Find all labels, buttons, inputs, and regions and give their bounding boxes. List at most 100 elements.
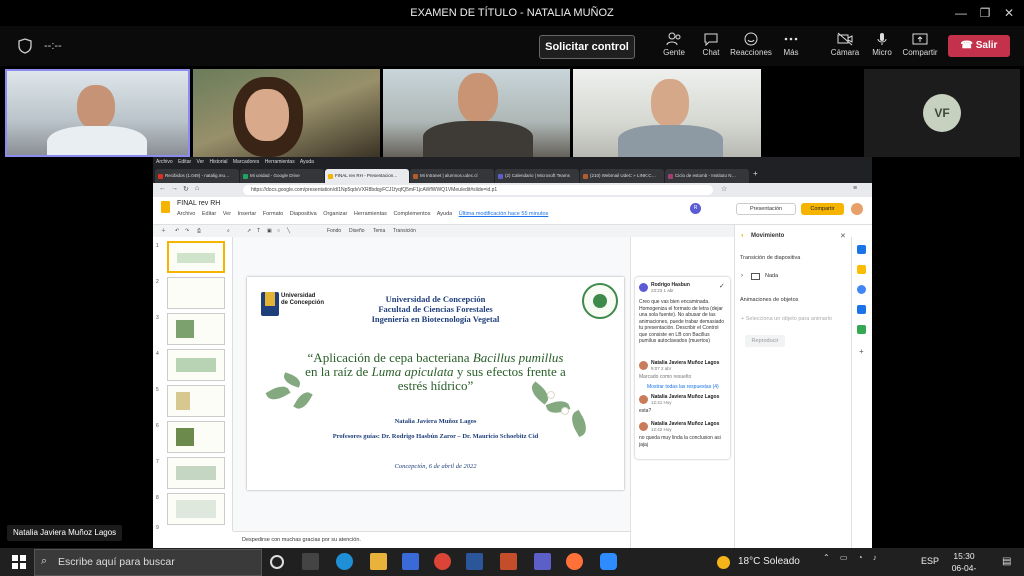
browser-tab[interactable]: Recibidos (1.049) - natalig.mu… xyxy=(155,169,239,183)
current-slide[interactable]: Universidad de Concepción Universidad de… xyxy=(247,277,624,490)
image-icon[interactable]: ▣ xyxy=(267,225,272,237)
speaker-notes[interactable]: Despedirse con muchas gracias por su ate… xyxy=(233,531,630,548)
browser-menu-item[interactable]: Marcadores xyxy=(233,159,259,165)
leave-button[interactable]: ☎ Salir xyxy=(948,35,1010,57)
slides-menu-item[interactable]: Insertar xyxy=(238,211,257,217)
close-icon[interactable]: ✕ xyxy=(1000,4,1018,22)
line-icon[interactable]: ╲ xyxy=(287,225,290,237)
slide-thumbnail[interactable] xyxy=(167,241,225,273)
maps-icon[interactable] xyxy=(857,325,866,334)
language-indicator[interactable]: ESP xyxy=(921,556,939,566)
slides-menu-item[interactable]: Archivo xyxy=(177,211,195,217)
firefox-icon[interactable] xyxy=(566,553,583,570)
slides-menu-item[interactable]: Editar xyxy=(202,211,216,217)
slide-canvas[interactable]: Universidad de Concepción Universidad de… xyxy=(233,237,630,531)
slides-menu-item[interactable]: Complementos xyxy=(393,211,430,217)
minimize-icon[interactable]: — xyxy=(952,4,970,22)
browser-menu-item[interactable]: Editar xyxy=(178,159,191,165)
slides-menu-item[interactable]: Diapositiva xyxy=(290,211,317,217)
share-doc-button[interactable]: Compartir xyxy=(801,203,844,215)
slides-menu-item[interactable]: Formato xyxy=(263,211,283,217)
slide-thumbnail[interactable] xyxy=(167,349,225,381)
theme-button[interactable]: Tema xyxy=(373,225,385,237)
user-avatar[interactable] xyxy=(851,203,863,215)
contacts-icon[interactable] xyxy=(857,305,866,314)
zoom-icon[interactable]: ⌕ xyxy=(227,225,230,237)
undo-icon[interactable]: ↶ xyxy=(175,225,179,237)
participant-video-3[interactable] xyxy=(383,69,570,157)
browser-menu-item[interactable]: Ver xyxy=(197,159,205,165)
tasks-icon[interactable] xyxy=(857,285,866,294)
slides-menu-item[interactable]: Organizar xyxy=(323,211,347,217)
browser-tab[interactable]: (2) Calendario | Microsoft Teams xyxy=(495,169,579,183)
task-view-icon[interactable] xyxy=(302,553,319,570)
browser-menu-item[interactable]: Historial xyxy=(209,159,227,165)
share-button[interactable]: Compartir xyxy=(894,32,946,64)
commenter-avatar[interactable]: R xyxy=(690,203,701,214)
play-button[interactable]: Reproducir xyxy=(745,335,785,347)
system-tray-icons[interactable]: ⌃ ▭ ◔ ♪ xyxy=(823,553,913,571)
slide-thumbnail[interactable] xyxy=(167,385,225,417)
textbox-icon[interactable]: T xyxy=(257,225,260,237)
browser-tab-active[interactable]: FINAL rev RH - Presentacion… xyxy=(325,169,409,183)
slides-menu-item[interactable]: Herramientas xyxy=(354,211,387,217)
notifications-icon[interactable]: ▤ xyxy=(1002,556,1011,567)
taskbar-clock[interactable]: 15:30 06-04-2022 xyxy=(944,550,984,576)
expand-chevron-icon[interactable]: › xyxy=(741,273,743,279)
add-on-icon[interactable]: + xyxy=(859,347,864,356)
weather-text[interactable]: 18°C Soleado xyxy=(738,556,800,567)
home-icon[interactable]: ⌂ xyxy=(195,185,199,192)
document-title[interactable]: FINAL rev RH xyxy=(177,200,220,207)
browser-tab[interactable]: Ciclo de estomb - Instituto N… xyxy=(665,169,749,183)
slide-thumbnail[interactable] xyxy=(167,313,225,345)
office-icon[interactable] xyxy=(500,553,517,570)
store-icon[interactable] xyxy=(402,553,419,570)
participant-video-2[interactable] xyxy=(193,69,380,157)
new-tab-icon[interactable]: + xyxy=(753,169,758,178)
slide-thumbnail[interactable] xyxy=(167,493,225,525)
browser-tab[interactable]: Mi Intranet | alumnos.udec.cl xyxy=(410,169,494,183)
resolve-check-icon[interactable]: ✓ xyxy=(719,282,725,290)
background-button[interactable]: Fondo xyxy=(327,225,341,237)
participant-video-4[interactable] xyxy=(573,69,761,157)
zoom-app-icon[interactable] xyxy=(600,553,617,570)
slides-logo-icon[interactable] xyxy=(161,201,170,213)
word-icon[interactable] xyxy=(466,553,483,570)
edge-icon[interactable] xyxy=(336,553,353,570)
slide-thumbnail[interactable] xyxy=(167,277,225,309)
back-icon[interactable]: ← xyxy=(159,185,166,192)
select-icon[interactable]: ➚ xyxy=(247,225,251,237)
shape-icon[interactable]: ○ xyxy=(277,225,280,237)
url-input[interactable]: https://docs.google.com/presentation/d/1… xyxy=(243,185,713,195)
windows-start-icon[interactable] xyxy=(12,555,26,569)
browser-tab[interactable]: (210) Webmail UdeC » LINK:C… xyxy=(580,169,664,183)
transition-value[interactable]: Nada xyxy=(765,273,778,279)
print-icon[interactable]: ⎙ xyxy=(197,225,201,237)
chrome-icon[interactable] xyxy=(434,553,451,570)
shared-screen[interactable]: Archivo Editar Ver Historial Marcadores … xyxy=(153,157,872,548)
forward-icon[interactable]: → xyxy=(171,185,178,192)
comment-thread[interactable]: Rodrigo Hasbun 23:23 1 abr ✓ Creo que va… xyxy=(635,277,730,459)
request-control-button[interactable]: Solicitar control xyxy=(539,35,635,59)
reload-icon[interactable]: ↻ xyxy=(183,185,189,193)
calendar-icon[interactable] xyxy=(857,245,866,254)
browser-tab[interactable]: Mi unidad - Google Drive xyxy=(240,169,324,183)
panel-close-icon[interactable]: ✕ xyxy=(840,232,846,240)
more-button[interactable]: Más xyxy=(765,32,817,64)
browser-menu-item[interactable]: Ayuda xyxy=(300,159,314,165)
slides-menu-item[interactable]: Ver xyxy=(223,211,231,217)
transition-button[interactable]: Transición xyxy=(393,225,416,237)
browser-menu-item[interactable]: Herramientas xyxy=(265,159,295,165)
keep-icon[interactable] xyxy=(857,265,866,274)
browser-menu-icon[interactable]: ≡ xyxy=(853,185,857,192)
slides-menu-item[interactable]: Ayuda xyxy=(437,211,453,217)
maximize-icon[interactable]: ❐ xyxy=(976,4,994,22)
participant-video-1[interactable] xyxy=(5,69,190,157)
bookmark-icon[interactable]: ☆ xyxy=(721,185,727,193)
last-modified-link[interactable]: Última modificación hace 55 minutos xyxy=(459,211,549,217)
slide-thumbnail[interactable] xyxy=(167,457,225,489)
file-explorer-icon[interactable] xyxy=(370,553,387,570)
present-button[interactable]: Presentación xyxy=(736,203,796,215)
teams-taskbar-icon[interactable] xyxy=(534,553,551,570)
add-slide-icon[interactable]: ＋ xyxy=(161,225,166,237)
